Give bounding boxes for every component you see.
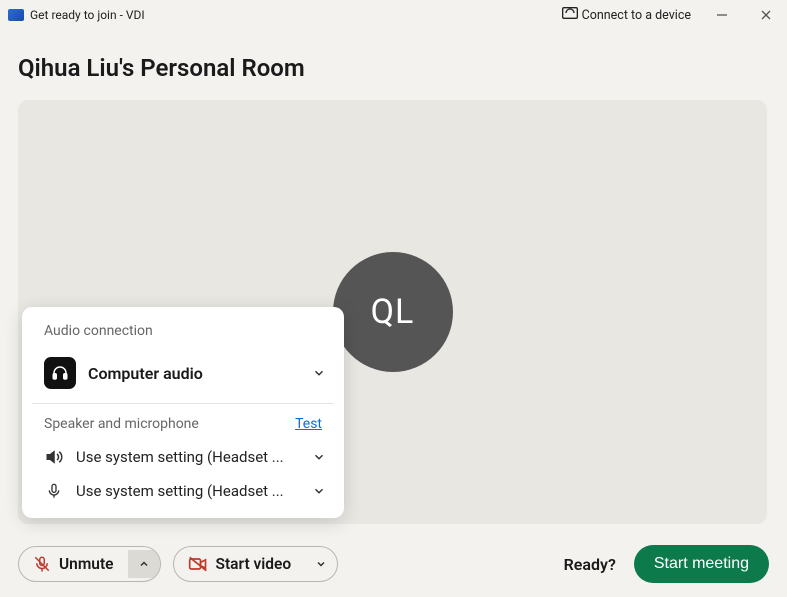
app-icon	[8, 9, 24, 21]
headset-icon	[44, 357, 76, 389]
microphone-icon	[44, 482, 64, 500]
audio-mode-label: Computer audio	[88, 364, 300, 383]
close-button[interactable]	[753, 5, 779, 25]
ready-label: Ready?	[564, 555, 616, 574]
video-options-button[interactable]	[305, 550, 337, 578]
connect-device-button[interactable]: Connect to a device	[562, 7, 691, 23]
chevron-down-icon	[312, 450, 326, 464]
start-video-label: Start video	[216, 555, 292, 573]
microphone-selector[interactable]: Use system setting (Headset ...	[22, 474, 344, 508]
test-audio-link[interactable]: Test	[295, 416, 322, 432]
unmute-options-button[interactable]	[128, 550, 160, 578]
room-title: Qihua Liu's Personal Room	[18, 54, 769, 82]
window-title: Get ready to join - VDI	[30, 8, 145, 22]
minimize-button[interactable]	[709, 5, 735, 25]
start-video-control: Start video	[173, 546, 339, 582]
connect-device-label: Connect to a device	[582, 8, 691, 23]
mic-muted-icon	[33, 555, 51, 573]
chevron-down-icon	[312, 366, 326, 380]
audio-mode-selector[interactable]: Computer audio	[22, 351, 344, 403]
audio-connection-panel: Audio connection Computer audio Speaker …	[22, 307, 344, 518]
chevron-down-icon	[312, 484, 326, 498]
unmute-control: Unmute	[18, 546, 161, 582]
speaker-label: Use system setting (Headset ...	[76, 448, 300, 466]
microphone-label: Use system setting (Headset ...	[76, 482, 300, 500]
avatar: QL	[333, 252, 453, 372]
unmute-label: Unmute	[59, 555, 114, 573]
cast-icon	[562, 7, 578, 23]
audio-panel-header: Audio connection	[22, 323, 344, 351]
start-meeting-button[interactable]: Start meeting	[634, 545, 769, 583]
speaker-mic-header: Speaker and microphone	[44, 416, 199, 432]
start-video-button[interactable]: Start video	[174, 547, 306, 581]
speaker-selector[interactable]: Use system setting (Headset ...	[22, 440, 344, 474]
video-preview: QL Audio connection Computer audio Speak…	[18, 100, 767, 524]
unmute-button[interactable]: Unmute	[19, 547, 128, 581]
video-off-icon	[188, 555, 208, 573]
speaker-icon	[44, 448, 64, 466]
